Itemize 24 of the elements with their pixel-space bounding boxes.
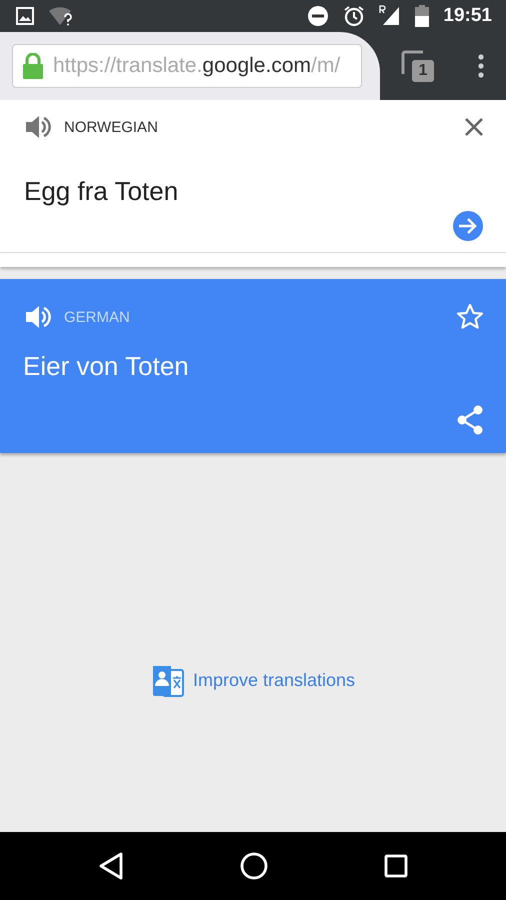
do-not-disturb-icon: [307, 5, 330, 27]
menu-icon[interactable]: [478, 54, 484, 78]
back-button[interactable]: [98, 852, 124, 880]
url-field[interactable]: https://translate.google.com/m/: [12, 44, 362, 88]
speaker-icon[interactable]: [24, 304, 52, 330]
close-button[interactable]: [464, 117, 484, 137]
battery-icon: [415, 5, 430, 27]
signal-icon: [379, 5, 402, 27]
share-icon[interactable]: [456, 405, 484, 435]
translate-button[interactable]: [452, 210, 484, 242]
wifi-icon: [48, 6, 74, 26]
alarm-icon: [343, 5, 366, 27]
translation-text: Eier von Toten: [22, 350, 190, 382]
url-text: https://translate.google.com/m/: [53, 54, 340, 78]
clock-time: 19:51: [443, 5, 492, 27]
speaker-icon[interactable]: [24, 114, 52, 140]
source-text[interactable]: Egg fra Toten: [0, 140, 506, 207]
recents-button[interactable]: [384, 854, 408, 878]
star-icon[interactable]: [456, 303, 484, 331]
translate-person-icon: [150, 664, 185, 698]
tab-switcher-button[interactable]: 1: [401, 50, 435, 82]
home-button[interactable]: [240, 852, 268, 880]
source-language[interactable]: NORWEGIAN: [64, 118, 452, 136]
image-icon: [16, 7, 34, 25]
